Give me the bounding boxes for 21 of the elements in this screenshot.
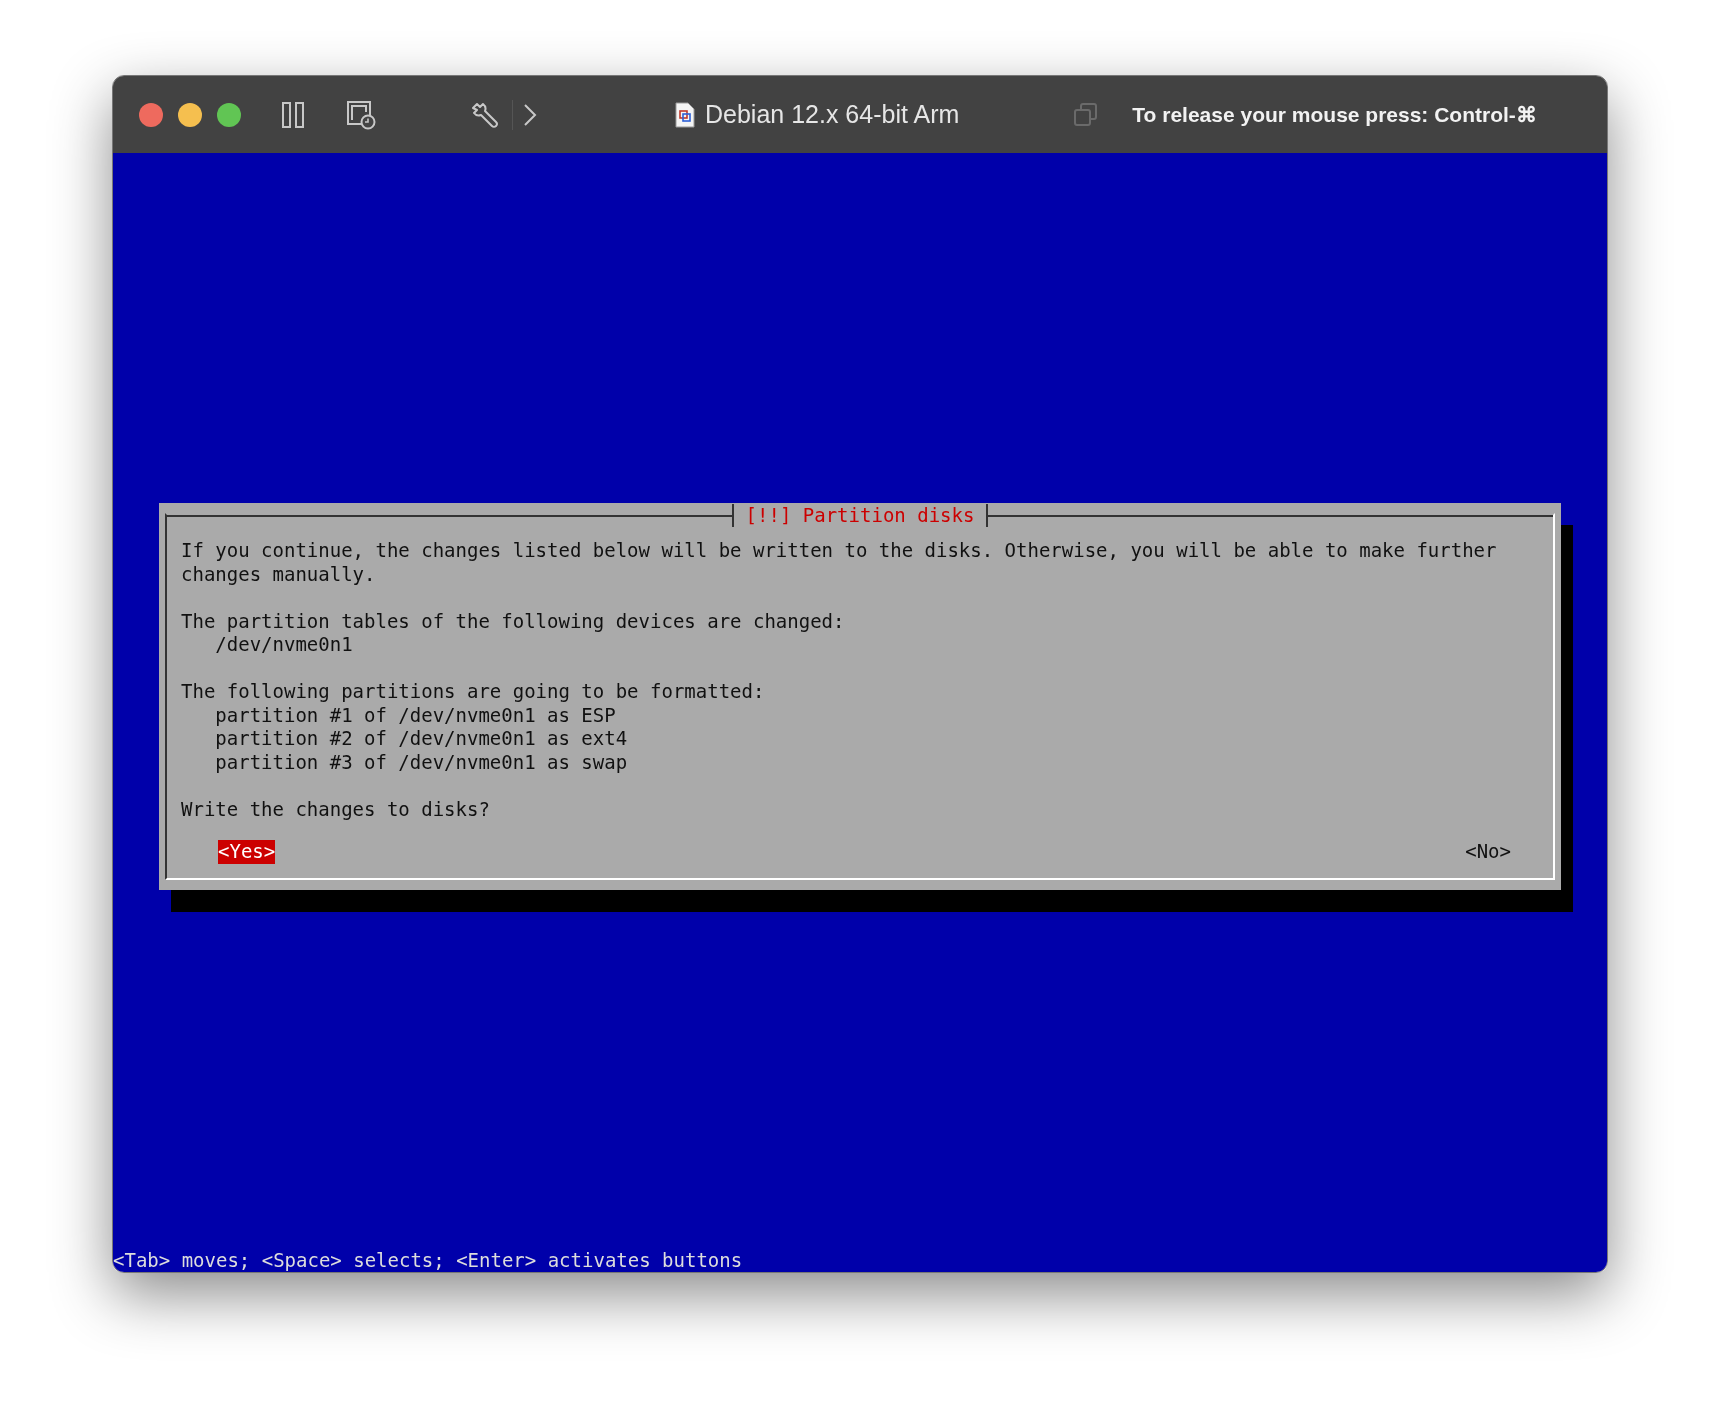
list-item: partition #1 of /dev/nvme0n1 as ESP	[214, 703, 617, 727]
pause-icon[interactable]	[282, 101, 304, 128]
section-heading: The following partitions are going to be formatted:	[181, 680, 766, 704]
dialog-message: If you continue, the changes listed below will be written to the disks. Otherwise, you will be able to make further changes manually.	[181, 539, 1498, 586]
yes-button[interactable]: <Yes>	[218, 840, 276, 864]
section-heading: The partition tables of the following devices are changed:	[181, 609, 846, 633]
minimize-button[interactable]	[178, 102, 202, 127]
close-button[interactable]	[139, 102, 163, 127]
list-item: partition #2 of /dev/nvme0n1 as ext4	[214, 727, 629, 751]
chevron-right-icon[interactable]	[523, 102, 537, 127]
release-mouse-hint: To release your mouse press: Control-⌘	[1132, 102, 1537, 127]
dialog-title: [!!] Partition disks	[731, 504, 989, 527]
list-item: /dev/nvme0n1	[214, 633, 354, 657]
document-icon	[675, 101, 695, 128]
help-line: <Tab> moves; <Space> selects; <Enter> activates buttons	[113, 1248, 744, 1272]
question-text: Write the changes to disks?	[181, 797, 491, 821]
zoom-button[interactable]	[217, 102, 241, 127]
snapshot-icon[interactable]	[346, 99, 376, 130]
list-item: partition #3 of /dev/nvme0n1 as swap	[214, 750, 629, 774]
no-button[interactable]: <No>	[1465, 840, 1511, 864]
window-title: Debian 12.x 64-bit Arm	[705, 100, 960, 129]
